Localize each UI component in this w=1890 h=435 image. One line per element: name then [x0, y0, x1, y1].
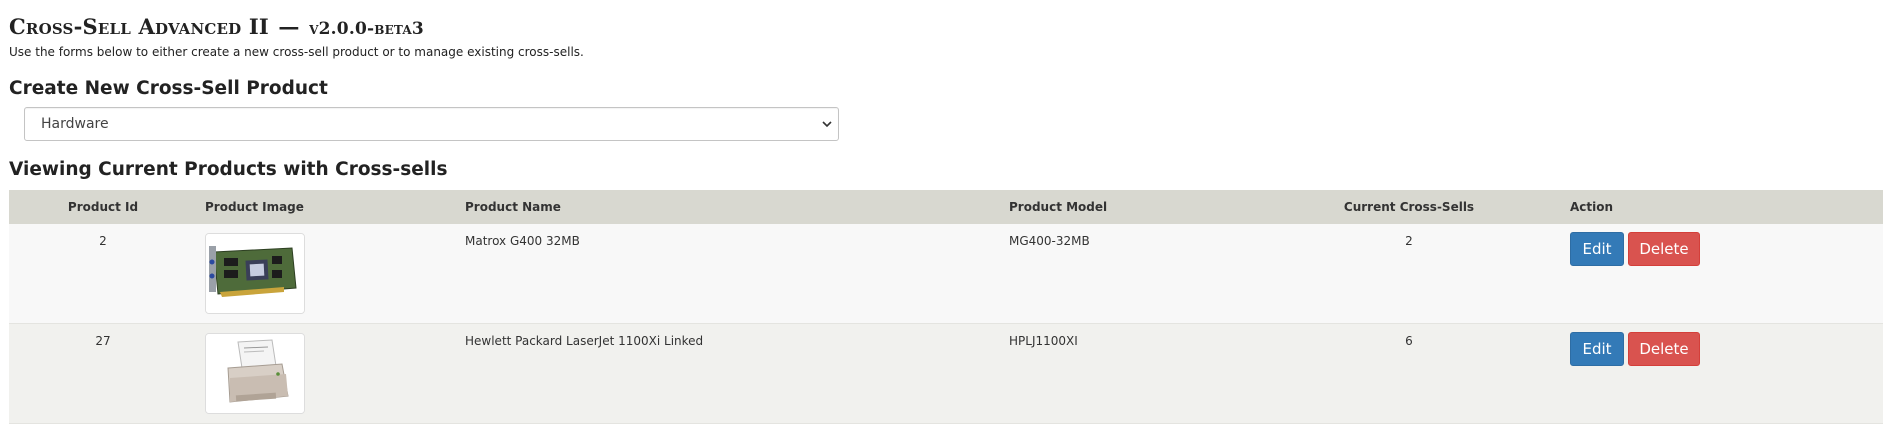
cross-sell-table: Product Id Product Image Product Name Pr… — [9, 190, 1883, 424]
product-id-cell: 27 — [95, 334, 111, 348]
product-thumbnail — [205, 333, 305, 414]
column-header-product-name: Product Name — [465, 200, 561, 214]
column-header-current-cross-sells: Current Cross-Sells — [1343, 200, 1475, 214]
product-name-cell: Matrox G400 32MB — [465, 234, 580, 248]
table-header-row: Product Id Product Image Product Name Pr… — [9, 190, 1883, 224]
column-header-product-id: Product Id — [67, 200, 139, 214]
column-header-action: Action — [1570, 200, 1614, 214]
category-select-value: Hardware — [41, 116, 109, 132]
chevron-down-icon — [822, 121, 832, 128]
column-header-product-model: Product Model — [1009, 200, 1108, 214]
product-model-cell: MG400-32MB — [1009, 234, 1090, 248]
table-row: 27 Hewlett Packard LaserJet 1100Xi Linke… — [9, 324, 1883, 424]
table-row: 2 Matrox G400 32MB MG400-32MB 2 Edit Del… — [9, 224, 1883, 324]
edit-button[interactable]: Edit — [1570, 232, 1624, 266]
cross-sell-count-cell: 6 — [1405, 334, 1413, 348]
edit-button[interactable]: Edit — [1570, 332, 1624, 366]
delete-button[interactable]: Delete — [1628, 332, 1700, 366]
product-model-cell: HPLJ1100XI — [1009, 334, 1078, 348]
page-description: Use the forms below to either create a n… — [9, 45, 584, 59]
product-id-cell: 2 — [99, 234, 107, 248]
version-label: v2.0.0-beta3 — [309, 19, 424, 39]
page-title: Cross-Sell Advanced II — v2.0.0-beta3 — [9, 14, 424, 42]
product-name-cell: Hewlett Packard LaserJet 1100Xi Linked — [465, 334, 704, 348]
title-separator: — — [278, 14, 300, 39]
product-thumbnail — [205, 233, 305, 314]
laser-printer-image — [206, 334, 304, 413]
page-title-text: Cross-Sell Advanced II — [9, 14, 269, 39]
graphics-card-image — [206, 234, 304, 313]
category-select[interactable]: Hardware — [24, 107, 839, 141]
delete-button[interactable]: Delete — [1628, 232, 1700, 266]
create-section-heading: Create New Cross-Sell Product — [9, 78, 328, 99]
cross-sell-count-cell: 2 — [1405, 234, 1413, 248]
cross-sell-admin-page: Cross-Sell Advanced II — v2.0.0-beta3 Us… — [0, 0, 1890, 435]
listing-section-heading: Viewing Current Products with Cross-sell… — [9, 159, 448, 180]
column-header-product-image: Product Image — [205, 200, 304, 214]
